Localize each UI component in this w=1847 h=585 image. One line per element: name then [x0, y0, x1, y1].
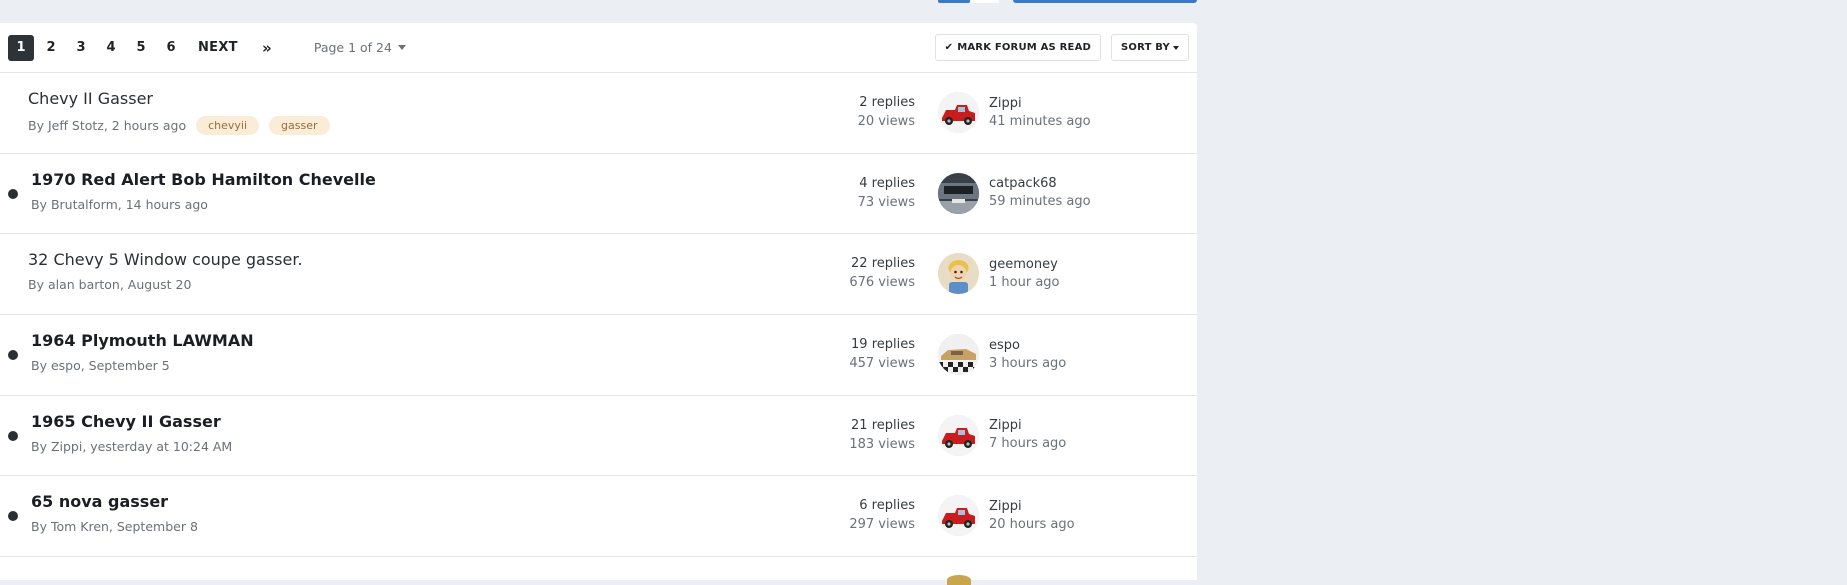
- topic-byline: By Brutalform, 14 hours ago: [31, 196, 208, 212]
- topic-title-link[interactable]: 65 nova gasser: [31, 492, 168, 511]
- topic-title-link[interactable]: Chevy II Gasser: [28, 89, 153, 108]
- sort-by-button[interactable]: SORT BY: [1111, 34, 1189, 61]
- last-poster-link[interactable]: espo: [989, 337, 1066, 355]
- next-row-avatar-icon[interactable]: [947, 575, 971, 585]
- mark-forum-read-label: MARK FORUM AS READ: [957, 42, 1092, 53]
- page-jump-dropdown[interactable]: Page 1 of 24: [314, 40, 406, 55]
- red-truck-avatar-icon[interactable]: [938, 414, 979, 456]
- views-count: 73 views: [857, 194, 915, 210]
- sort-by-label: SORT BY: [1121, 42, 1170, 53]
- unread-indicator-icon[interactable]: [8, 511, 18, 522]
- topic-title-link[interactable]: 1970 Red Alert Bob Hamilton Chevelle: [31, 170, 376, 189]
- page-4-link[interactable]: 4: [98, 35, 124, 61]
- page-jump-label: Page 1 of 24: [313, 40, 392, 55]
- views-count: 183 views: [849, 436, 915, 452]
- unread-indicator-icon[interactable]: [8, 349, 18, 360]
- topic-byline: By espo, September 5: [31, 358, 170, 374]
- last-post-info: catpack68 59 minutes ago: [938, 172, 1091, 214]
- topic-row: Chevy II Gasser By Jeff Stotz, 2 hours a…: [0, 73, 1197, 154]
- replies-count: 2 replies: [859, 95, 915, 110]
- topic-row: 1970 Red Alert Bob Hamilton Chevelle By …: [0, 154, 1197, 235]
- last-post-time[interactable]: 41 minutes ago: [989, 113, 1091, 131]
- unread-indicator-icon[interactable]: [8, 188, 18, 199]
- last-post-time[interactable]: 3 hours ago: [989, 355, 1066, 373]
- top-nav-button[interactable]: [938, 0, 970, 3]
- page-1-link[interactable]: 1: [8, 34, 34, 61]
- replies-count: 4 replies: [859, 175, 915, 191]
- topic-byline: By Tom Kren, September 8: [31, 519, 198, 535]
- check-icon: ✔: [944, 42, 954, 53]
- topic-stats: 22 replies 676 views: [849, 254, 915, 292]
- topic-list-toolbar: 1 2 3 4 5 6 NEXT » Page 1 of 24 ✔ MARK F…: [0, 23, 1197, 73]
- last-page-icon[interactable]: »: [254, 35, 280, 61]
- topic-title-link[interactable]: 32 Chevy 5 Window coupe gasser.: [28, 250, 303, 269]
- red-truck-avatar-icon[interactable]: [938, 92, 979, 133]
- topic-stats: 21 replies 183 views: [849, 416, 915, 454]
- last-poster-link[interactable]: geemoney: [989, 256, 1059, 274]
- topic-stats: 2 replies 20 views: [858, 93, 915, 131]
- last-post-time[interactable]: 20 hours ago: [989, 516, 1075, 534]
- topic-stats: 4 replies 73 views: [858, 174, 915, 212]
- gold-car-checker-avatar-icon[interactable]: [938, 334, 979, 376]
- cartoon-boy-avatar-icon[interactable]: [938, 253, 979, 295]
- last-post-time[interactable]: 59 minutes ago: [989, 193, 1091, 211]
- topic-row: 65 nova gasser By Tom Kren, September 8 …: [0, 476, 1197, 558]
- tag-chevyii[interactable]: chevyii: [196, 116, 260, 135]
- topic-title-link[interactable]: 1964 Plymouth LAWMAN: [31, 331, 254, 350]
- views-count: 457 views: [849, 356, 915, 372]
- views-count: 20 views: [857, 114, 915, 129]
- last-poster-link[interactable]: catpack68: [989, 175, 1091, 193]
- topic-stats: 6 replies 297 views: [849, 496, 915, 534]
- page-2-link[interactable]: 2: [38, 35, 64, 61]
- last-post-info: Zippi 20 hours ago: [938, 495, 1075, 537]
- replies-count: 21 replies: [851, 417, 915, 433]
- page-6-link[interactable]: 6: [158, 35, 184, 61]
- dark-car-avatar-icon[interactable]: [938, 172, 979, 214]
- chevron-down-icon: [397, 45, 406, 50]
- topic-byline: By alan barton, August 20: [28, 277, 192, 293]
- tag-gasser[interactable]: gasser: [269, 116, 330, 135]
- pagination: 1 2 3 4 5 6 NEXT »: [8, 34, 284, 61]
- topic-byline: By Zippi, yesterday at 10:24 AM: [31, 438, 233, 454]
- mark-forum-read-button[interactable]: ✔ MARK FORUM AS READ: [934, 34, 1102, 61]
- start-topic-button[interactable]: [1013, 0, 1197, 3]
- page-3-link[interactable]: 3: [68, 35, 94, 61]
- replies-count: 6 replies: [859, 498, 915, 514]
- next-page-link[interactable]: NEXT: [194, 35, 242, 61]
- page-5-link[interactable]: 5: [128, 35, 154, 61]
- last-post-time[interactable]: 1 hour ago: [989, 274, 1059, 292]
- last-post-time[interactable]: 7 hours ago: [989, 435, 1066, 453]
- replies-count: 22 replies: [851, 256, 915, 272]
- views-count: 676 views: [849, 275, 915, 291]
- last-post-info: Zippi 7 hours ago: [938, 414, 1066, 456]
- last-post-info: Zippi 41 minutes ago: [938, 92, 1091, 133]
- last-post-info: espo 3 hours ago: [938, 334, 1066, 376]
- red-truck-avatar-icon[interactable]: [938, 495, 979, 537]
- last-post-info: geemoney 1 hour ago: [938, 253, 1059, 295]
- chevron-down-icon: [1173, 45, 1179, 50]
- replies-count: 19 replies: [851, 337, 915, 353]
- views-count: 297 views: [849, 517, 915, 533]
- unread-indicator-icon[interactable]: [8, 430, 18, 441]
- topic-stats: 19 replies 457 views: [849, 335, 915, 373]
- last-poster-link[interactable]: Zippi: [989, 498, 1075, 516]
- last-poster-link[interactable]: Zippi: [989, 417, 1066, 435]
- last-poster-link[interactable]: Zippi: [989, 95, 1091, 113]
- topic-row: 1964 Plymouth LAWMAN By espo, September …: [0, 315, 1197, 396]
- top-nav-button-secondary[interactable]: [971, 0, 999, 3]
- topic-list-panel: 1 2 3 4 5 6 NEXT » Page 1 of 24 ✔ MARK F…: [0, 23, 1197, 580]
- topic-byline: By Jeff Stotz, 2 hours ago: [28, 118, 187, 133]
- topic-row: 32 Chevy 5 Window coupe gasser. By alan …: [0, 234, 1197, 316]
- topic-row: 1965 Chevy II Gasser By Zippi, yesterday…: [0, 396, 1197, 477]
- topic-title-link[interactable]: 1965 Chevy II Gasser: [31, 412, 221, 431]
